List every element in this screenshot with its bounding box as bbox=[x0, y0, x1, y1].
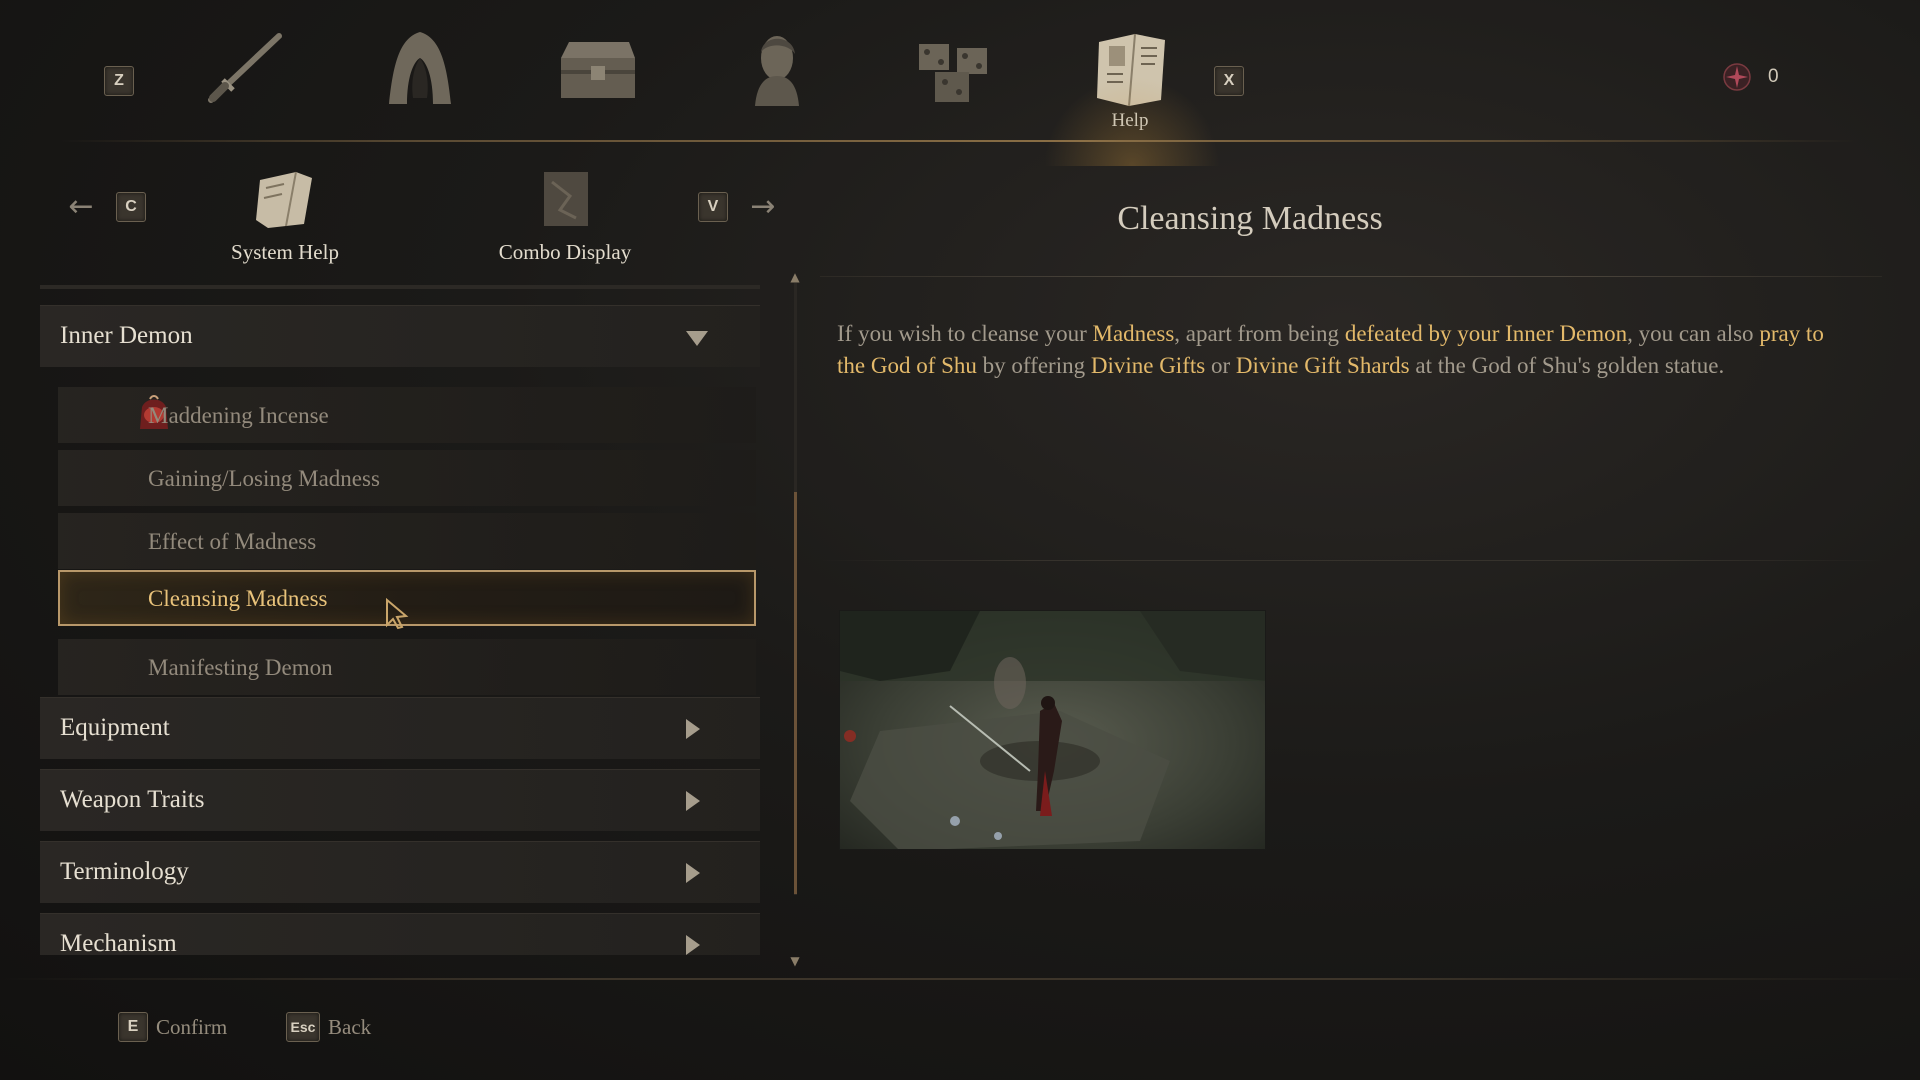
armor-tab[interactable] bbox=[372, 26, 468, 110]
keyword-divine-gift-shards: Divine Gift Shards bbox=[1235, 353, 1410, 378]
list-item-effect-of-madness[interactable]: Effect of Madness bbox=[58, 513, 756, 569]
prev-tab-key-z[interactable]: Z bbox=[104, 66, 134, 96]
list-item-label: Cleansing Madness bbox=[148, 586, 328, 611]
spirit-gem-icon bbox=[1723, 63, 1751, 91]
sword-icon bbox=[208, 33, 282, 103]
subnav-right-arrow-icon[interactable]: → bbox=[748, 192, 778, 222]
category-mechanism[interactable]: Mechanism bbox=[40, 913, 760, 955]
subtab-label: System Help bbox=[231, 240, 339, 264]
currency-display: 0 bbox=[1722, 62, 1779, 92]
cursor-icon bbox=[386, 598, 409, 630]
top-divider bbox=[60, 140, 1860, 142]
list-top-edge bbox=[40, 285, 760, 289]
list-item-label: Effect of Madness bbox=[148, 529, 317, 554]
description-text: or bbox=[1205, 353, 1236, 378]
detail-description: If you wish to cleanse your Madness, apa… bbox=[837, 318, 1847, 382]
subtab-combo-display[interactable]: Combo Display bbox=[465, 166, 665, 265]
back-label: Back bbox=[328, 1014, 372, 1039]
detail-title-divider bbox=[820, 276, 1882, 277]
confirm-hint[interactable]: E Confirm bbox=[118, 1012, 227, 1042]
confirm-key: E bbox=[118, 1012, 148, 1042]
category-terminology[interactable]: Terminology bbox=[40, 841, 760, 903]
items-tab[interactable] bbox=[906, 26, 1002, 110]
scroll-icon bbox=[544, 172, 588, 226]
list-item-label: Gaining/Losing Madness bbox=[148, 466, 380, 491]
chevron-right-icon bbox=[686, 719, 700, 739]
subtab-label: Combo Display bbox=[498, 240, 632, 264]
keyword-divine-gifts: Divine Gifts bbox=[1090, 353, 1206, 378]
next-subtab-key-v[interactable]: V bbox=[698, 192, 728, 222]
list-item-maddening-incense[interactable]: Maddening Incense bbox=[58, 387, 756, 443]
chevron-right-icon bbox=[686, 935, 700, 955]
subnav-left-arrow-icon[interactable]: ← bbox=[66, 192, 96, 222]
list-item-manifesting-demon[interactable]: Manifesting Demon bbox=[58, 639, 756, 695]
description-text: , apart from being bbox=[1174, 321, 1345, 346]
list-item-cleansing-madness[interactable]: Cleansing Madness bbox=[58, 570, 756, 630]
scrollbar-thumb[interactable] bbox=[794, 492, 797, 894]
scroll-up-icon[interactable]: ▲ bbox=[788, 270, 802, 284]
back-key: Esc bbox=[286, 1012, 320, 1042]
category-equipment[interactable]: Equipment bbox=[40, 697, 760, 759]
prev-subtab-key-c[interactable]: C bbox=[116, 192, 146, 222]
category-label: Terminology bbox=[60, 858, 189, 885]
category-label: Equipment bbox=[60, 714, 170, 741]
keyword-madness: Madness bbox=[1092, 321, 1175, 346]
chevron-down-icon bbox=[686, 331, 708, 346]
keyword-defeated-by-inner-demon: defeated by your Inner Demon bbox=[1344, 321, 1628, 346]
chest-icon bbox=[561, 42, 635, 98]
list-item-label: Maddening Incense bbox=[148, 403, 329, 428]
book-icon bbox=[1097, 33, 1165, 107]
category-label: Weapon Traits bbox=[60, 786, 205, 813]
inventory-tab[interactable] bbox=[550, 26, 646, 110]
category-weapon-traits[interactable]: Weapon Traits bbox=[40, 769, 760, 831]
chevron-right-icon bbox=[686, 863, 700, 883]
subtab-system-help[interactable]: System Help bbox=[185, 166, 385, 265]
description-text: , you can also bbox=[1627, 321, 1760, 346]
gameplay-preview-image bbox=[839, 610, 1266, 850]
description-text: If you wish to cleanse your bbox=[837, 321, 1093, 346]
help-topic-list: Inner Demon Maddening Incense Gaining/Lo… bbox=[40, 285, 760, 955]
detail-title: Cleansing Madness bbox=[1117, 200, 1383, 237]
footer-divider bbox=[0, 978, 1920, 980]
category-label: Mechanism bbox=[60, 930, 177, 955]
weapon-tab[interactable] bbox=[196, 26, 292, 110]
currency-value: 0 bbox=[1768, 66, 1779, 87]
back-hint[interactable]: Esc Back bbox=[286, 1012, 371, 1042]
boxes-icon bbox=[919, 44, 987, 102]
hood-icon bbox=[389, 32, 451, 104]
scroll-down-icon[interactable]: ▼ bbox=[788, 954, 802, 968]
detail-mid-divider bbox=[820, 560, 1882, 561]
description-text: at the God of Shu's golden statue. bbox=[1409, 353, 1725, 378]
category-inner-demon[interactable]: Inner Demon bbox=[40, 305, 760, 367]
help-tab[interactable] bbox=[1044, 26, 1220, 166]
next-tab-key-x[interactable]: X bbox=[1214, 66, 1244, 96]
confirm-label: Confirm bbox=[156, 1014, 228, 1039]
help-tab-label: Help bbox=[1111, 110, 1149, 131]
description-text: by offering bbox=[976, 353, 1091, 378]
manual-icon bbox=[256, 171, 312, 228]
portrait-icon bbox=[755, 36, 799, 106]
top-navigation: Z Help X 0 bbox=[0, 0, 1920, 166]
category-label: Inner Demon bbox=[60, 322, 193, 349]
list-item-label: Manifesting Demon bbox=[148, 655, 333, 680]
character-tab[interactable] bbox=[728, 26, 824, 110]
list-item-gaining-losing-madness[interactable]: Gaining/Losing Madness bbox=[58, 450, 756, 506]
chevron-right-icon bbox=[686, 791, 700, 811]
